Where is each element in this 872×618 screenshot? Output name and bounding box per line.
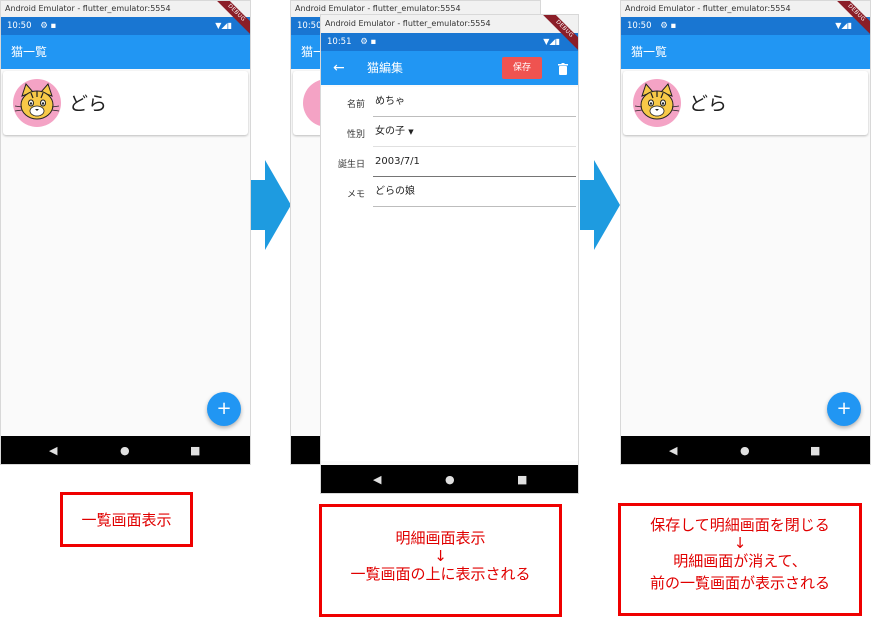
gender-select[interactable]: 女の子 ▼ (373, 117, 576, 147)
home-nav-icon[interactable]: ● (445, 465, 455, 493)
gender-value: 女の子 (375, 126, 405, 137)
back-nav-icon[interactable]: ◀ (373, 465, 381, 493)
settings-icon: ⚙ ▪ (660, 21, 677, 31)
caption-text: 保存して明細画面を閉じる (650, 516, 830, 534)
caption-text: 一覧画面の上に表示される (350, 565, 531, 583)
list-item[interactable]: どら (3, 71, 248, 135)
name-field[interactable]: めちゃ (373, 87, 576, 117)
list-screen-before: Android Emulator - flutter_emulator:5554… (0, 0, 251, 465)
android-nav-bar: ◀ ● ■ (321, 465, 578, 493)
recents-nav-icon[interactable]: ■ (517, 465, 527, 493)
dropdown-arrow-icon: ▼ (408, 128, 414, 136)
memo-field[interactable]: どらの娘 (373, 177, 576, 207)
status-time: 10:50 (627, 21, 652, 31)
back-nav-icon[interactable]: ◀ (49, 436, 57, 464)
flow-arrow-icon (580, 160, 620, 250)
signal-battery-icon: ▼◢▮ (835, 21, 852, 30)
name-label: 名前 (346, 100, 365, 110)
add-button[interactable]: + (827, 392, 861, 426)
page-title: 猫編集 (367, 61, 404, 75)
status-bar: 10:51 ⚙ ▪ ▼◢▮ (321, 33, 578, 51)
gender-label: 性別 (346, 130, 365, 140)
cat-avatar-icon (633, 79, 681, 127)
status-bar: 10:50 ⚙ ▪ ▼◢▮ (1, 17, 250, 35)
memo-row: メモ どらの娘 (321, 177, 578, 207)
memo-label: メモ (346, 190, 365, 200)
caption-text: 明細画面表示 (395, 529, 486, 547)
status-time: 10:50 (7, 21, 32, 31)
name-row: 名前 めちゃ (321, 87, 578, 117)
home-nav-icon[interactable]: ● (740, 436, 750, 464)
app-bar: 猫一覧 (621, 35, 870, 69)
page-title: 猫一覧 (11, 45, 48, 59)
edit-form: 名前 めちゃ 性別 女の子 ▼ 誕生日 2003/7/1 メモ どらの娘 (321, 87, 578, 461)
recents-nav-icon[interactable]: ■ (190, 436, 200, 464)
home-nav-icon[interactable]: ● (120, 436, 130, 464)
recents-nav-icon[interactable]: ■ (810, 436, 820, 464)
caption-text: 一覧画面表示 (81, 511, 172, 529)
cat-avatar-icon (13, 79, 61, 127)
settings-icon: ⚙ ▪ (40, 21, 57, 31)
android-nav-bar: ◀ ● ■ (1, 436, 250, 464)
caption-step1: 一覧画面表示 (60, 492, 193, 547)
status-bar: 10:50 ⚙ ▪ ▼◢▮ (621, 17, 870, 35)
caption-text: 明細画面が消えて、 (673, 552, 807, 570)
settings-icon: ⚙ ▪ (360, 37, 377, 47)
caption-arrow-icon: ↓ (434, 547, 447, 565)
emulator-title-bar: Android Emulator - flutter_emulator:5554 (1, 1, 250, 17)
caption-step3: 保存して明細画面を閉じる ↓ 明細画面が消えて、 前の一覧画面が表示される (618, 503, 862, 616)
list-item[interactable]: どら (623, 71, 868, 135)
back-arrow-icon[interactable]: ← (333, 51, 345, 85)
cat-name: どら (69, 93, 108, 115)
add-button[interactable]: + (207, 392, 241, 426)
save-button[interactable]: 保存 (502, 57, 542, 79)
caption-text: 前の一覧画面が表示される (649, 574, 830, 592)
back-nav-icon[interactable]: ◀ (669, 436, 677, 464)
gender-row: 性別 女の子 ▼ (321, 117, 578, 147)
edit-screen: Android Emulator - flutter_emulator:5554… (320, 14, 579, 494)
birthday-label: 誕生日 (337, 160, 365, 170)
birthday-field[interactable]: 2003/7/1 (373, 147, 576, 177)
app-bar: ← 猫編集 保存 (321, 51, 578, 85)
status-time: 10:50 (297, 21, 322, 31)
page-title: 猫一覧 (631, 45, 668, 59)
caption-step2: 明細画面表示 ↓ 一覧画面の上に表示される (319, 504, 562, 617)
delete-icon[interactable] (558, 51, 568, 85)
flow-arrow-icon (251, 160, 291, 250)
birthday-row: 誕生日 2003/7/1 (321, 147, 578, 177)
signal-battery-icon: ▼◢▮ (215, 21, 232, 30)
emulator-title-bar: Android Emulator - flutter_emulator:5554 (621, 1, 870, 17)
cat-name: どら (689, 93, 728, 115)
emulator-title-bar: Android Emulator - flutter_emulator:5554 (321, 15, 578, 33)
list-screen-after: Android Emulator - flutter_emulator:5554… (620, 0, 871, 465)
status-time: 10:51 (327, 37, 352, 47)
app-bar: 猫一覧 (1, 35, 250, 69)
android-nav-bar: ◀ ● ■ (621, 436, 870, 464)
signal-battery-icon: ▼◢▮ (543, 37, 560, 46)
caption-arrow-icon: ↓ (733, 534, 747, 552)
